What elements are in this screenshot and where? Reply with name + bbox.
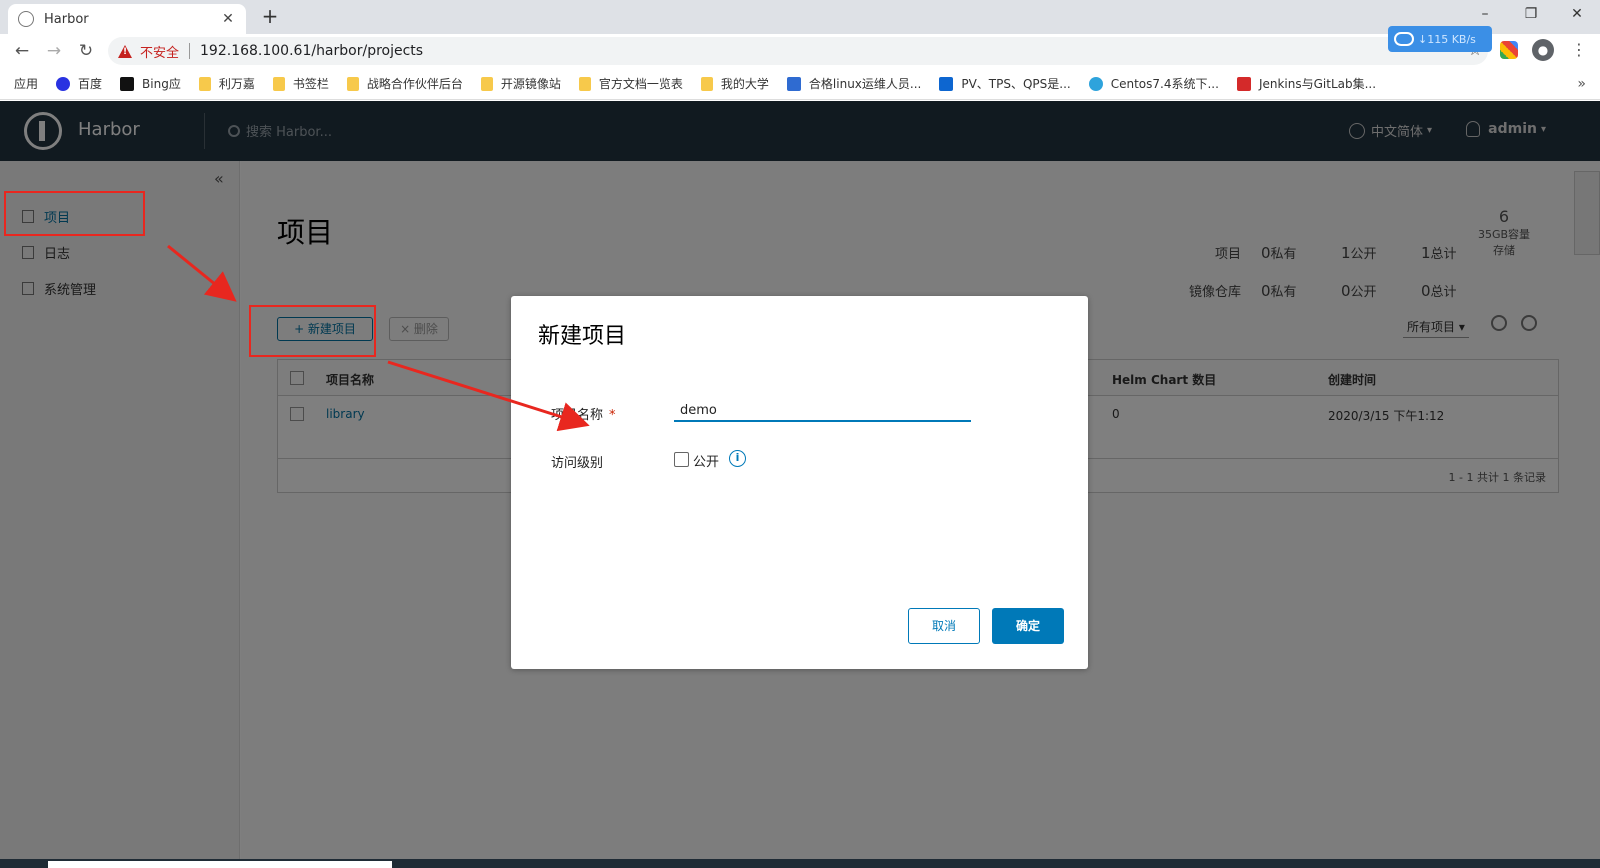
bookmark-link[interactable]: Centos7.4系统下...: [1088, 75, 1219, 92]
bookmark-label: 开源镜像站: [500, 77, 561, 91]
access-level-label: 访问级别: [551, 456, 604, 471]
folder-icon: [480, 76, 493, 91]
project-name-label-text: 项目名称: [551, 408, 604, 423]
annotation-box-projects: [4, 191, 145, 236]
download-speed: ↓115 KB/s: [1418, 32, 1476, 46]
bookmark-label: Centos7.4系统下...: [1110, 77, 1219, 91]
bookmark-bing[interactable]: Bing应: [120, 75, 181, 92]
bookmark-label: 百度: [78, 77, 103, 91]
bookmark-label: 我的大学: [720, 77, 769, 91]
project-name-input[interactable]: [674, 400, 971, 422]
bookmark-label: 书签栏: [292, 77, 329, 91]
bookmark-folder[interactable]: 开源镜像站: [480, 75, 561, 92]
reload-icon[interactable]: ↻: [74, 39, 98, 63]
bookmark-link[interactable]: Jenkins与GitLab集...: [1236, 75, 1377, 92]
extension-icon[interactable]: [1500, 41, 1518, 59]
bookmark-label: 应用: [14, 77, 39, 91]
url-text[interactable]: 192.168.100.61/harbor/projects: [200, 43, 423, 59]
annotation-box-new-project: [249, 305, 376, 357]
zhihu-icon: [939, 76, 954, 91]
folder-icon: [198, 76, 211, 91]
cancel-button[interactable]: 取消: [908, 608, 980, 644]
browser-tabbar: Harbor ✕ + – ❐ ✕: [0, 0, 1600, 34]
new-project-dialog: 新建项目 项目名称 * 访问级别 公开 i 取消 确定: [511, 296, 1088, 669]
tab-close-icon[interactable]: ✕: [220, 11, 236, 27]
address-bar[interactable]: 不安全 192.168.100.61/harbor/projects: [108, 37, 1488, 65]
browser-tab[interactable]: Harbor ✕: [8, 4, 246, 34]
confirm-button[interactable]: 确定: [992, 608, 1064, 644]
bookmark-baidu[interactable]: 百度: [56, 75, 102, 92]
bookmark-folder[interactable]: 官方文档一览表: [578, 75, 683, 92]
bookmark-link[interactable]: 合格linux运维人员...: [786, 75, 922, 92]
bookmark-label: 利万嘉: [218, 77, 255, 91]
baidu-icon: [56, 76, 71, 91]
bookmark-folder[interactable]: 战略合作伙伴后台: [346, 75, 463, 92]
close-window-button[interactable]: ✕: [1554, 0, 1600, 30]
new-tab-button[interactable]: +: [258, 5, 282, 29]
required-mark: *: [609, 408, 616, 423]
taskbar-window[interactable]: [48, 861, 392, 868]
folder-icon: [578, 76, 591, 91]
pen-icon: [786, 76, 801, 91]
restore-button[interactable]: ❐: [1508, 0, 1554, 30]
bookmark-label: 合格linux运维人员...: [808, 77, 922, 91]
csdn-icon: [1236, 76, 1251, 91]
back-icon[interactable]: ←: [10, 39, 34, 63]
bookmark-label: Bing应: [142, 77, 181, 91]
site-icon: [1088, 76, 1103, 91]
info-icon[interactable]: i: [729, 450, 746, 467]
harbor-favicon-icon: [18, 11, 34, 27]
bookmark-folder[interactable]: 我的大学: [700, 75, 769, 92]
omnibox-divider: [189, 43, 191, 59]
folder-icon: [700, 76, 713, 91]
tab-title: Harbor: [44, 11, 89, 27]
bing-icon: [120, 76, 135, 91]
bookmarks-overflow-icon[interactable]: »: [1577, 76, 1586, 92]
menu-icon[interactable]: ⋮: [1568, 39, 1590, 61]
bookmark-apps[interactable]: 应用: [14, 75, 1318, 400]
os-taskbar: [0, 859, 1600, 868]
bookmark-folder[interactable]: 利万嘉: [198, 75, 255, 92]
insecure-label[interactable]: 不安全: [140, 42, 179, 61]
bookmark-label: 战略合作伙伴后台: [366, 77, 463, 91]
browser-toolbar: ← → ↻ 不安全 192.168.100.61/harbor/projects…: [0, 34, 1600, 68]
profile-icon[interactable]: ●: [1532, 39, 1554, 61]
public-checkbox-label[interactable]: 公开: [693, 451, 719, 470]
cloud-icon: [1394, 32, 1414, 46]
bookmark-link[interactable]: PV、TPS、QPS是...: [939, 75, 1071, 92]
forward-icon[interactable]: →: [42, 39, 66, 63]
bookmark-label: 官方文档一览表: [598, 77, 683, 91]
bookmarks-bar: 应用 百度 Bing应 利万嘉 书签栏 战略合作伙伴后台 开源镜像站 官方文档一…: [0, 68, 1600, 400]
folder-icon: [346, 76, 359, 91]
download-speed-badge[interactable]: ↓115 KB/s: [1388, 26, 1492, 52]
bookmark-label: PV、TPS、QPS是...: [961, 77, 1071, 91]
project-name-label: 项目名称 *: [551, 404, 616, 423]
dialog-title: 新建项目: [538, 324, 627, 349]
folder-icon: [272, 76, 285, 91]
public-checkbox[interactable]: [674, 452, 689, 467]
bookmark-label: Jenkins与GitLab集...: [1258, 77, 1377, 91]
warning-icon: [118, 44, 132, 58]
bookmark-folder[interactable]: 书签栏: [272, 75, 329, 92]
